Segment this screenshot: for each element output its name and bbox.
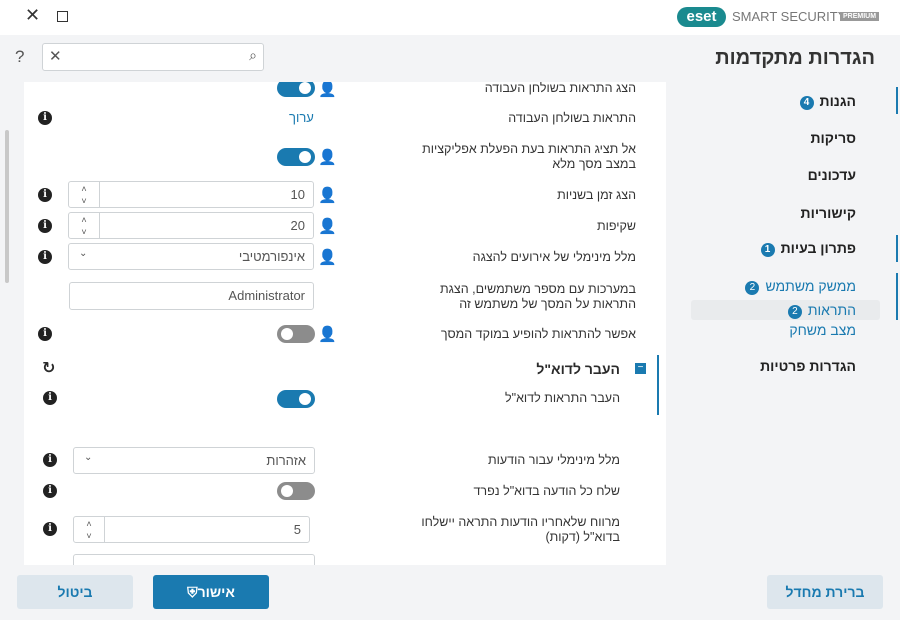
default-button[interactable]: ברירת מחדל	[767, 575, 883, 609]
edition-label: PREMIUM	[840, 12, 880, 21]
value: 10	[290, 187, 305, 202]
shield-icon: ⛨	[187, 584, 198, 600]
maximize-icon[interactable]	[57, 11, 68, 22]
stepper-arrows[interactable]: ˄ ˅	[69, 213, 100, 238]
label-line: בדוא"ל (דקות)	[545, 530, 620, 544]
focus-toggle[interactable]	[277, 325, 315, 343]
setting-label: אל תציג התראות בעת הפעלת אפליקציות במצב מ…	[422, 142, 636, 172]
user-icon: 👤	[318, 249, 337, 266]
active-indicator	[896, 235, 898, 262]
no-fullscreen-toggle[interactable]	[277, 148, 315, 166]
multiuser-input[interactable]: Administrator	[69, 282, 314, 310]
email-verbosity-select[interactable]: ⌄ אזהרות	[73, 447, 315, 474]
sidebar-item-troubleshooting[interactable]: פתרון בעיות 1	[760, 240, 856, 257]
info-icon[interactable]: i	[43, 453, 57, 467]
chevron-down-icon: ⌄	[79, 248, 88, 259]
label-line: במצב מסך מלא	[552, 157, 636, 171]
label: הגנות	[819, 93, 856, 109]
info-icon[interactable]: i	[38, 188, 52, 202]
title-bar: ✕ eset SMART SECURITY PREMIUM	[0, 0, 900, 35]
info-icon[interactable]: i	[43, 522, 57, 536]
value: Administrator	[228, 288, 305, 303]
interval-stepper[interactable]: ˄ ˅ 5	[73, 516, 310, 543]
value: אזהרות	[266, 453, 306, 468]
chevron-down-icon: ⌄	[84, 452, 93, 463]
setting-label: אפשר להתראות להופיע במוקד המסך	[440, 327, 636, 341]
ok-button[interactable]: ⛨אישור	[153, 575, 269, 609]
setting-label: במערכות עם מספר משתמשים, הצגת התראות על ה…	[440, 282, 636, 312]
section-title: העבר לדוא"ל	[536, 361, 620, 377]
sidebar-item-protections[interactable]: הגנות 4	[799, 93, 856, 110]
scrollbar[interactable]	[5, 130, 9, 283]
show-desktop-notifications-toggle[interactable]	[277, 82, 315, 97]
sidebar-item-connectivity[interactable]: קישוריות	[801, 205, 856, 221]
value: אינפורמטיבי	[238, 249, 305, 264]
search-icon: ⌕	[249, 47, 257, 63]
setting-label: התראות בשולחן העבודה	[508, 111, 636, 125]
user-icon: 👤	[318, 187, 337, 204]
label: פתרון בעיות	[780, 240, 856, 256]
cancel-button[interactable]: ביטול	[17, 575, 133, 609]
label: התראות	[807, 302, 856, 318]
sidebar-item-gaming-mode[interactable]: מצב משחק	[789, 322, 856, 338]
edit-link[interactable]: ערוך	[289, 110, 314, 125]
label-line: אל תציג התראות בעת הפעלת אפליקציות	[422, 142, 636, 156]
product-name: SMART SECURITY	[732, 9, 847, 24]
info-icon[interactable]: i	[43, 391, 57, 405]
clear-icon[interactable]: ✕	[49, 47, 62, 65]
settings-panel: הצג התראות בשולחן העבודה 👤 התראות בשולחן…	[24, 82, 666, 565]
sidebar-item-notifications[interactable]: התראות 2	[787, 302, 856, 319]
user-icon: 👤	[318, 149, 337, 166]
badge: 2	[787, 305, 802, 319]
label-line: מרווח שלאחריו הודעות התראה יישלחו	[421, 515, 620, 529]
info-icon[interactable]: i	[38, 250, 52, 264]
search-input[interactable]: ✕ ⌕	[42, 43, 264, 71]
section-indicator	[657, 355, 659, 415]
setting-label: מלל מינימלי של אירועים להצגה	[472, 250, 636, 264]
label: אישור	[197, 584, 235, 600]
value: 20	[290, 218, 305, 233]
badge: 4	[799, 96, 814, 110]
display-time-stepper[interactable]: ˄ ˅ 10	[68, 181, 314, 208]
label: ממשק משתמש	[765, 278, 856, 294]
forward-email-toggle[interactable]	[277, 390, 315, 408]
reset-icon[interactable]: ↻	[42, 358, 55, 378]
user-icon: 👤	[318, 218, 337, 235]
transparency-stepper[interactable]: ˄ ˅ 20	[68, 212, 314, 239]
active-indicator	[896, 87, 898, 114]
badge: 2	[745, 281, 760, 295]
info-icon[interactable]: i	[38, 327, 52, 341]
value: 5	[293, 522, 301, 537]
setting-label: מרווח שלאחריו הודעות התראה יישלחו בדוא"ל …	[421, 515, 620, 545]
stepper-arrows[interactable]: ˄ ˅	[69, 182, 100, 207]
user-icon: 👤	[318, 82, 337, 98]
setting-label: מלל מינימלי עבור הודעות	[488, 453, 620, 467]
sidebar-item-privacy[interactable]: הגדרות פרטיות	[760, 358, 856, 374]
info-icon[interactable]: i	[38, 111, 52, 125]
label-line: התראות על המסך של משתמש זה	[459, 297, 636, 311]
partial-input[interactable]	[73, 554, 315, 565]
setting-label: שלח כל הודעה בדוא"ל נפרד	[473, 484, 621, 498]
separate-email-toggle[interactable]	[277, 482, 315, 500]
user-icon: 👤	[318, 326, 337, 343]
setting-label: הצג התראות בשולחן העבודה	[484, 82, 636, 95]
info-icon[interactable]: i	[43, 484, 57, 498]
page-title: הגדרות מתקדמות	[715, 47, 875, 69]
sidebar-item-updates[interactable]: עדכונים	[808, 167, 856, 183]
sidebar-item-scans[interactable]: סריקות	[811, 130, 857, 146]
active-indicator	[896, 273, 898, 320]
setting-label: העבר התראות לדוא"ל	[505, 391, 620, 405]
eset-logo: eset	[677, 7, 726, 27]
stepper-arrows[interactable]: ˄ ˅	[74, 517, 105, 542]
badge: 1	[760, 243, 775, 257]
sidebar-item-user-interface[interactable]: ממשק משתמש 2	[745, 278, 856, 295]
collapse-icon[interactable]: −	[635, 363, 646, 374]
setting-label: שקיפות	[596, 219, 636, 233]
setting-label: הצג זמן בשניות	[557, 188, 636, 202]
label-line: במערכות עם מספר משתמשים, הצגת	[440, 282, 636, 296]
help-button[interactable]: ?	[15, 47, 24, 67]
min-verbosity-select[interactable]: ⌄ אינפורמטיבי	[68, 243, 314, 270]
close-icon[interactable]: ✕	[25, 5, 40, 26]
info-icon[interactable]: i	[38, 219, 52, 233]
